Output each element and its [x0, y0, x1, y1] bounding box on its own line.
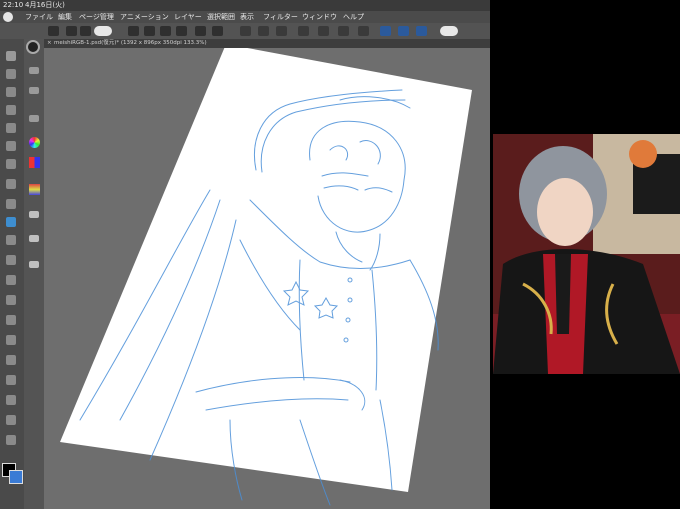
redo-icon[interactable]	[80, 26, 91, 36]
help-icon[interactable]	[440, 26, 458, 36]
fill-select-icon[interactable]	[338, 26, 349, 36]
eyedropper-icon[interactable]	[6, 141, 16, 151]
redo-arrow-icon[interactable]	[212, 26, 223, 36]
figure-icon[interactable]	[6, 335, 16, 345]
snap-icon[interactable]	[398, 26, 409, 36]
reference-art	[493, 134, 680, 374]
crop-icon[interactable]	[358, 26, 369, 36]
magnifier-icon[interactable]	[26, 40, 40, 54]
selection-icon[interactable]	[6, 123, 16, 133]
menu-file[interactable]: ファイル	[25, 11, 53, 23]
ruler-tool-icon[interactable]	[6, 375, 16, 385]
blend-icon[interactable]	[6, 275, 16, 285]
pen-icon[interactable]	[6, 159, 16, 169]
rotate-icon[interactable]	[94, 26, 112, 36]
frame-icon[interactable]	[6, 355, 16, 365]
eraser-tool-icon[interactable]	[6, 255, 16, 265]
reference-illustration	[493, 134, 680, 374]
pencil-icon[interactable]	[6, 179, 16, 189]
tab-title: meishiRGB-1.psd(復元)* (1392 x 896px 350dp…	[54, 40, 207, 46]
deselect-icon[interactable]	[298, 26, 309, 36]
text-icon[interactable]	[6, 395, 16, 405]
menu-edit[interactable]: 編集	[58, 11, 72, 23]
app-logo-icon[interactable]	[3, 12, 13, 22]
command-bar	[0, 23, 490, 40]
canvas-area[interactable]	[44, 48, 490, 509]
zoom-icon[interactable]	[6, 51, 16, 61]
undo-icon[interactable]	[66, 26, 77, 36]
menu-page[interactable]: ページ管理	[79, 11, 114, 23]
fill-icon[interactable]	[6, 295, 16, 305]
line-correct-icon[interactable]	[6, 435, 16, 445]
color-wheel-icon[interactable]	[29, 137, 40, 148]
invert-icon[interactable]	[318, 26, 329, 36]
move-icon[interactable]	[6, 69, 16, 79]
menu-view[interactable]: 表示	[240, 11, 254, 23]
lasso-icon[interactable]	[6, 105, 16, 115]
lasso-select-icon[interactable]	[258, 26, 269, 36]
rotate-view-icon[interactable]	[29, 87, 39, 94]
canvas-svg[interactable]	[44, 48, 490, 509]
navigator-icon[interactable]	[29, 261, 39, 268]
tab-close-icon[interactable]: ×	[47, 39, 52, 48]
menu-window[interactable]: ウィンドウ	[302, 11, 337, 23]
sub-tool-palette	[24, 39, 44, 509]
grid-snap-icon[interactable]	[416, 26, 427, 36]
select-icon[interactable]	[240, 26, 251, 36]
hand-icon[interactable]	[29, 67, 39, 74]
status-time: 22:10	[3, 1, 24, 9]
grid-icon[interactable]	[48, 26, 59, 36]
gradient-icon[interactable]	[6, 315, 16, 325]
eraser-icon[interactable]	[276, 26, 287, 36]
document-tab[interactable]: × meishiRGB-1.psd(復元)* (1392 x 896px 350…	[44, 39, 490, 48]
tool-palette	[0, 39, 25, 509]
save-icon[interactable]	[160, 26, 171, 36]
color-set-icon[interactable]	[29, 157, 40, 168]
balloon-icon[interactable]	[6, 415, 16, 425]
menu-help[interactable]: ヘルプ	[343, 11, 364, 23]
paper-canvas[interactable]	[60, 48, 472, 492]
transform-icon[interactable]	[176, 26, 187, 36]
status-date: 4月16日(火)	[25, 1, 65, 9]
layer-icon[interactable]	[29, 184, 40, 195]
open-file-icon[interactable]	[144, 26, 155, 36]
operation-icon[interactable]	[6, 87, 16, 97]
menu-animation[interactable]: アニメーション	[120, 11, 169, 23]
sub-color-swatch[interactable]	[9, 470, 23, 484]
menu-filter[interactable]: フィルター	[263, 11, 298, 23]
layer-property-icon[interactable]	[29, 235, 39, 242]
brush-icon[interactable]	[6, 199, 16, 209]
menu-layer[interactable]: レイヤー	[174, 11, 202, 23]
ios-status-bar: 22:10 4月16日(火)	[0, 0, 490, 11]
undo-arrow-icon[interactable]	[195, 26, 206, 36]
menu-selection[interactable]: 選択範囲	[207, 11, 235, 23]
layer-move-icon[interactable]	[29, 115, 39, 122]
ruler-icon[interactable]	[380, 26, 391, 36]
menu-bar: ファイル 編集 ページ管理 アニメーション レイヤー 選択範囲 表示 フィルター…	[0, 11, 490, 23]
airbrush-icon[interactable]	[6, 217, 16, 227]
decoration-icon[interactable]	[6, 235, 16, 245]
new-file-icon[interactable]	[128, 26, 139, 36]
brush-size-icon[interactable]	[29, 211, 39, 218]
